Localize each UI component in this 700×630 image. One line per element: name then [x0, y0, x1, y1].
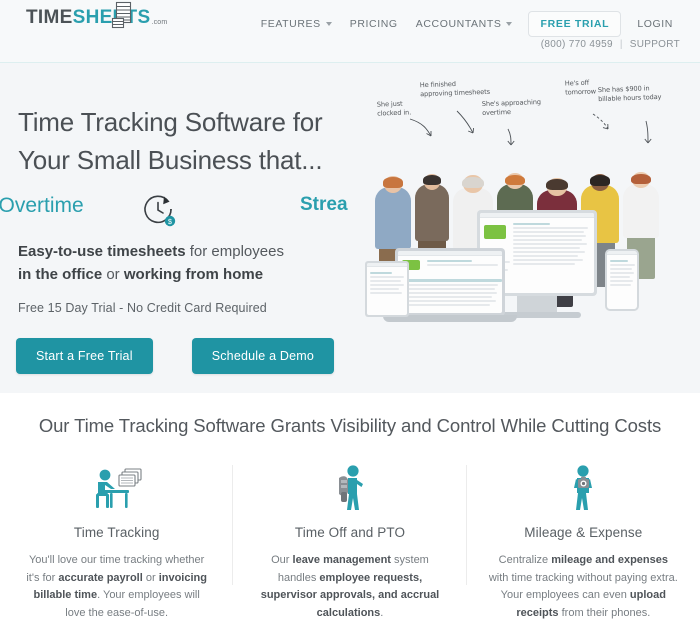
tablet-screen — [367, 263, 407, 315]
logo[interactable]: TIMESHEETS .com — [26, 8, 167, 27]
stacked-timesheet-icon — [111, 1, 132, 29]
hero-cta-group: Start a Free Trial Schedule a Demo — [16, 338, 335, 374]
feature-text-time-off: Our leave management system handles empl… — [260, 554, 440, 619]
nav-item-accountants[interactable]: ACCOUNTANTS — [407, 14, 522, 34]
chevron-down-icon — [506, 22, 513, 26]
chevron-down-icon — [325, 22, 332, 26]
sub-nav: (800) 770 4959 | SUPPORT — [541, 39, 680, 50]
phone-mockup — [605, 249, 639, 311]
support-link[interactable]: SUPPORT — [630, 39, 680, 50]
hero-illustration: She just clocked in. He finished approvin… — [365, 63, 700, 393]
traveler-backpack-icon — [255, 457, 444, 515]
sub-strong-timesheets: Easy-to-use timesheets — [18, 243, 186, 260]
sub-mid-or: or — [102, 266, 124, 283]
feature-title-time-off: Time Off and PTO — [294, 525, 406, 540]
nav-item-pricing[interactable]: PRICING — [341, 14, 407, 34]
free-trial-button[interactable]: FREE TRIAL — [528, 11, 622, 37]
sub-strong-home: working from home — [123, 266, 264, 283]
rotator-previous-phrase: ces Overtime — [0, 194, 84, 217]
logo-word-time: TIME — [26, 7, 73, 28]
login-link[interactable]: LOGIN — [628, 14, 682, 34]
feature-text-time-tracking: You'll love our time tracking whether it… — [26, 554, 207, 619]
feature-text-mileage: Centralize mileage and expenses with tim… — [488, 554, 678, 619]
person-at-desk-icon — [22, 457, 211, 515]
nav-label-pricing: PRICING — [349, 18, 398, 30]
nav-label-features: FEATURES — [260, 18, 321, 30]
svg-text:$: $ — [168, 219, 172, 226]
sub-strong-office: in the office — [18, 266, 103, 283]
phone-number[interactable]: (800) 770 4959 — [541, 39, 613, 50]
rotator-next-phrase: Strea — [300, 194, 348, 215]
features-heading: Our Time Tracking Software Grants Visibi… — [38, 415, 662, 436]
feature-title-time-tracking: Time Tracking — [73, 525, 160, 540]
headline-rotator: ces Overtime $ Strea — [0, 190, 360, 230]
hero-section: Time Tracking Software for Your Small Bu… — [0, 63, 700, 393]
feature-column-time-off: Time Off and PTO Our leave management sy… — [233, 457, 467, 622]
feature-column-mileage: Mileage & Expense Centralize mileage and… — [467, 457, 700, 622]
hero-copy: Time Tracking Software for Your Small Bu… — [0, 63, 360, 393]
page-title: Time Tracking Software for Your Small Bu… — [18, 107, 323, 175]
trial-note: Free 15 Day Trial - No Credit Card Requi… — [18, 301, 267, 315]
person-with-camera-icon — [489, 457, 678, 515]
laptop-screen — [398, 251, 502, 313]
hero-subheading: Easy-to-use timesheets for employees in … — [18, 240, 348, 286]
feature-title-mileage: Mileage & Expense — [524, 525, 643, 540]
schedule-demo-button[interactable]: Schedule a Demo — [191, 338, 335, 374]
logo-dotcom: .com — [151, 19, 168, 26]
sub-rest-employees: for employees — [185, 243, 284, 260]
main-nav: FEATURES PRICING ACCOUNTANTS FREE TRIAL … — [252, 11, 682, 37]
tablet-mockup — [365, 261, 409, 317]
nav-item-features[interactable]: FEATURES — [252, 14, 341, 34]
feature-column-time-tracking: Time Tracking You'll love our time track… — [0, 457, 234, 622]
phone-screen — [607, 251, 637, 309]
laptop-mockup — [395, 248, 505, 316]
nav-label-accountants: ACCOUNTANTS — [415, 18, 502, 30]
site-header: TIMESHEETS .com FEATURES PRICING ACCOUNT… — [0, 0, 700, 65]
landing-page: TIMESHEETS .com FEATURES PRICING ACCOUNT… — [0, 0, 700, 630]
monitor-stand — [517, 296, 557, 313]
clock-dollar-icon: $ — [144, 195, 176, 227]
features-section: Our Time Tracking Software Grants Visibi… — [0, 393, 700, 630]
feature-columns: Time Tracking You'll love our time track… — [0, 457, 700, 622]
subnav-separator: | — [619, 39, 623, 50]
start-free-trial-button[interactable]: Start a Free Trial — [16, 338, 153, 374]
